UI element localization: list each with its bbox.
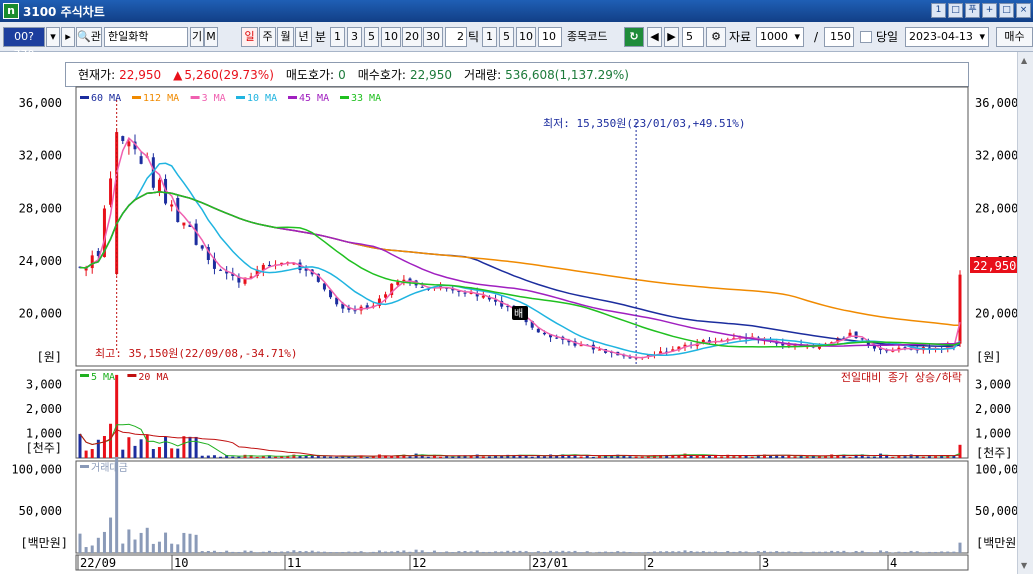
window-control-1[interactable]: 1	[931, 3, 946, 18]
close-icon[interactable]: ×	[1016, 3, 1031, 18]
price-value: 22,950	[119, 67, 162, 82]
chevron-down-icon: ▾	[794, 30, 800, 43]
price-info-bar: 현재가: 22,950 ▲ 5,260(29.73%) 매도호가: 0 매수호가…	[65, 62, 969, 87]
minute-1-button[interactable]: 1	[330, 27, 345, 47]
window-title: 3100 주식차트	[23, 4, 105, 19]
next-step-arrow-icon[interactable]: ▶	[664, 27, 679, 47]
title-bar: n 3100 주식차트 1 □ 푸 + □ ×	[0, 0, 1033, 22]
data-count-select[interactable]: 1000 ▾	[756, 27, 804, 47]
minute-3-button[interactable]: 3	[347, 27, 362, 47]
ask-label: 매도호가:	[285, 68, 335, 82]
refresh-icon[interactable]: ↻	[624, 27, 644, 47]
window-control-4[interactable]: +	[982, 3, 997, 18]
data-label: 자료	[729, 30, 752, 44]
chevron-down-icon: ▾	[979, 30, 985, 43]
price-label: 현재가:	[78, 68, 116, 82]
step-count-input[interactable]: 5	[682, 27, 704, 47]
app-logo-icon: n	[3, 3, 19, 19]
minute-10-button[interactable]: 10	[381, 27, 401, 47]
tick-label: 틱	[468, 30, 480, 44]
bid-label: 매수호가:	[357, 68, 406, 82]
tick-1-button[interactable]: 1	[482, 27, 497, 47]
chart-area	[0, 52, 1033, 574]
tick-10-button[interactable]: 10	[516, 27, 536, 47]
window-control-2[interactable]: □	[948, 3, 963, 18]
scroll-up-icon[interactable]: ▲	[1021, 56, 1027, 65]
volume-value: 536,608(1,137.29%)	[505, 67, 629, 82]
period-month-button[interactable]: 월	[277, 27, 294, 47]
period-day-button[interactable]: 일	[241, 27, 258, 47]
ask-value: 0	[338, 67, 346, 82]
gi-button[interactable]: 기	[190, 27, 204, 47]
period-year-button[interactable]: 년	[295, 27, 312, 47]
minute-30-button[interactable]: 30	[423, 27, 443, 47]
stock-chart-window: n 3100 주식차트 1 □ 푸 + □ × 00?770 ▾ ▸ 🔍관 한일…	[0, 0, 1033, 574]
period-week-button[interactable]: 주	[259, 27, 276, 47]
search-icon: 🔍	[77, 30, 91, 43]
stock-code-label: 종목코드	[567, 30, 608, 43]
today-checkbox[interactable]	[860, 31, 872, 43]
window-controls: 1 □ 푸 + □ ×	[931, 3, 1031, 18]
search-button[interactable]: 🔍관	[76, 27, 102, 47]
today-label: 당일	[876, 30, 899, 44]
settings-gear-icon[interactable]: ⚙	[706, 27, 726, 47]
scroll-down-icon[interactable]: ▼	[1021, 561, 1027, 570]
up-arrow-icon: ▲	[173, 67, 183, 82]
next-arrow-icon[interactable]: ▸	[61, 27, 75, 47]
prev-arrow-icon[interactable]: ◀	[647, 27, 662, 47]
code-dropdown-icon[interactable]: ▾	[46, 27, 60, 47]
volume-label: 거래량:	[463, 68, 502, 82]
bid-value: 22,950	[409, 67, 452, 82]
toolbar: 00?770 ▾ ▸ 🔍관 한일화학 기 M 일 주 월 년 분 1 3 5 1…	[0, 22, 1033, 61]
m-button[interactable]: M	[204, 27, 218, 47]
date-picker[interactable]: 2023-04-13 ▾	[905, 27, 989, 47]
buy-button[interactable]: 매수	[996, 27, 1033, 47]
change-value: 5,260(29.73%)	[184, 67, 274, 82]
minute-20-button[interactable]: 20	[402, 27, 422, 47]
window-control-5[interactable]: □	[999, 3, 1014, 18]
minute-5-button[interactable]: 5	[364, 27, 379, 47]
vertical-scrollbar[interactable]: ▲ ▼	[1017, 52, 1033, 574]
stock-name-field[interactable]: 한일화학	[104, 27, 188, 47]
stock-code-input[interactable]: 00?770	[3, 27, 45, 61]
minute-label: 분	[315, 30, 327, 44]
tick-5-button[interactable]: 5	[499, 27, 514, 47]
window-control-3[interactable]: 푸	[965, 3, 980, 18]
view-count-input[interactable]: 150	[824, 27, 854, 47]
tick-input[interactable]: 2	[445, 27, 467, 47]
slash-label: /	[814, 30, 819, 44]
tick-count-input[interactable]: 10	[538, 27, 562, 47]
